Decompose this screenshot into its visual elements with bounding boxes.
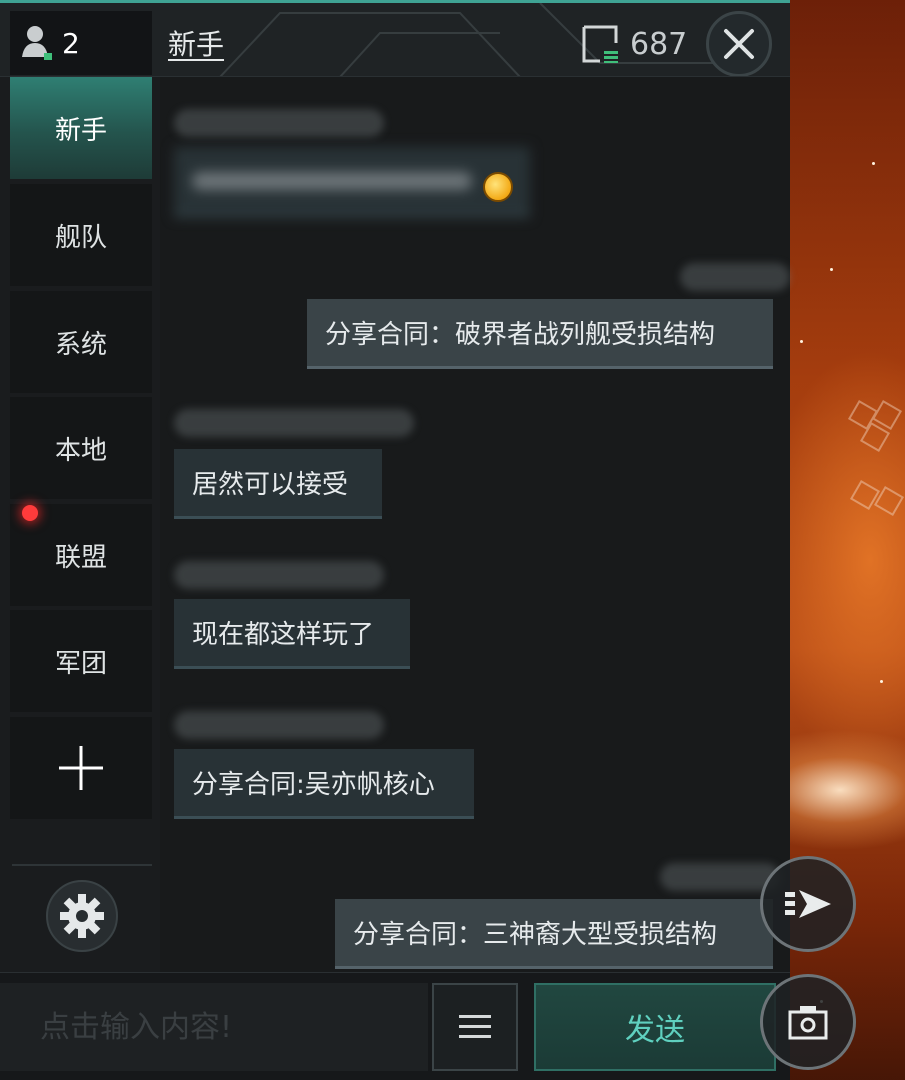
sender-name-hidden bbox=[680, 263, 790, 291]
tab-system[interactable]: 系统 bbox=[10, 291, 152, 393]
message-bubble[interactable]: 分享合同：破界者战列舰受损结构 bbox=[307, 299, 773, 369]
message-text: 居然可以接受 bbox=[192, 470, 349, 500]
tab-label: 系统 bbox=[54, 329, 107, 360]
send-button[interactable]: 发送 bbox=[534, 983, 776, 1071]
sender-name-hidden bbox=[174, 711, 384, 739]
chat-log-icon bbox=[582, 25, 618, 63]
sender-name-hidden bbox=[174, 109, 384, 137]
settings-button[interactable] bbox=[46, 880, 118, 952]
message-bubble[interactable]: 分享合同:吴亦帆核心 bbox=[174, 749, 474, 819]
chat-panel: 2 新手 687 新手 舰队 系统 本地 联盟 军团 分享合同：破界者战列舰受损… bbox=[0, 0, 790, 1080]
message-bubble[interactable]: 现在都这样玩了 bbox=[174, 599, 410, 669]
sidebar-divider bbox=[12, 864, 152, 866]
send-label: 发送 bbox=[625, 1013, 685, 1048]
autopilot-button[interactable] bbox=[760, 856, 856, 952]
tab-label: 新手 bbox=[54, 115, 107, 146]
message-list: 分享合同：破界者战列舰受损结构 居然可以接受 现在都这样玩了 分享合同:吴亦帆核… bbox=[160, 77, 790, 972]
blurred-text bbox=[192, 171, 472, 190]
chat-header: 2 新手 687 bbox=[0, 3, 790, 77]
chat-input[interactable] bbox=[0, 983, 428, 1071]
message-bubble[interactable]: 居然可以接受 bbox=[174, 449, 382, 519]
camera-icon bbox=[788, 1006, 828, 1040]
autopilot-icon bbox=[785, 890, 831, 918]
smiley-emoji-icon bbox=[483, 172, 513, 202]
tab-corporation[interactable]: 军团 bbox=[10, 610, 152, 712]
plus-icon bbox=[59, 746, 103, 790]
online-count: 2 bbox=[62, 26, 80, 60]
message-text: 分享合同：三神裔大型受损结构 bbox=[353, 920, 718, 950]
star bbox=[872, 162, 875, 165]
online-users-box[interactable]: 2 bbox=[10, 11, 152, 75]
tab-local[interactable]: 本地 bbox=[10, 397, 152, 499]
unread-indicator bbox=[22, 505, 38, 521]
close-button[interactable] bbox=[706, 11, 772, 76]
message-text: 分享合同：破界者战列舰受损结构 bbox=[325, 320, 716, 350]
tab-newbie[interactable]: 新手 bbox=[10, 77, 152, 179]
channel-title[interactable]: 新手 bbox=[168, 23, 224, 63]
message-counter: 687 bbox=[580, 23, 687, 65]
star bbox=[830, 268, 833, 271]
hex-cluster-icon bbox=[849, 479, 905, 540]
close-icon bbox=[724, 29, 754, 59]
tab-fleet[interactable]: 舰队 bbox=[10, 184, 152, 286]
message-text: 现在都这样玩了 bbox=[192, 620, 375, 650]
input-bar: 发送 bbox=[0, 972, 790, 1080]
star bbox=[880, 680, 883, 683]
tab-label: 军团 bbox=[54, 648, 107, 679]
menu-button[interactable] bbox=[432, 983, 518, 1071]
gear-icon bbox=[60, 894, 104, 938]
user-icon bbox=[22, 26, 52, 60]
tab-label: 联盟 bbox=[54, 542, 107, 573]
message-text: 分享合同:吴亦帆核心 bbox=[192, 770, 435, 800]
channel-sidebar: 新手 舰队 系统 本地 联盟 军团 bbox=[0, 77, 160, 982]
camera-button[interactable] bbox=[760, 974, 856, 1070]
sender-name-hidden bbox=[174, 561, 384, 589]
sender-name-hidden bbox=[174, 409, 414, 437]
add-channel-button[interactable] bbox=[10, 717, 152, 819]
star bbox=[800, 340, 803, 343]
message-bubble[interactable] bbox=[174, 147, 530, 217]
tab-label: 本地 bbox=[54, 435, 107, 466]
hex-cluster-icon bbox=[847, 399, 905, 460]
message-bubble[interactable]: 分享合同：三神裔大型受损结构 bbox=[335, 899, 773, 969]
tab-label: 舰队 bbox=[54, 222, 107, 253]
menu-icon bbox=[459, 1015, 491, 1038]
message-count: 687 bbox=[630, 26, 688, 62]
